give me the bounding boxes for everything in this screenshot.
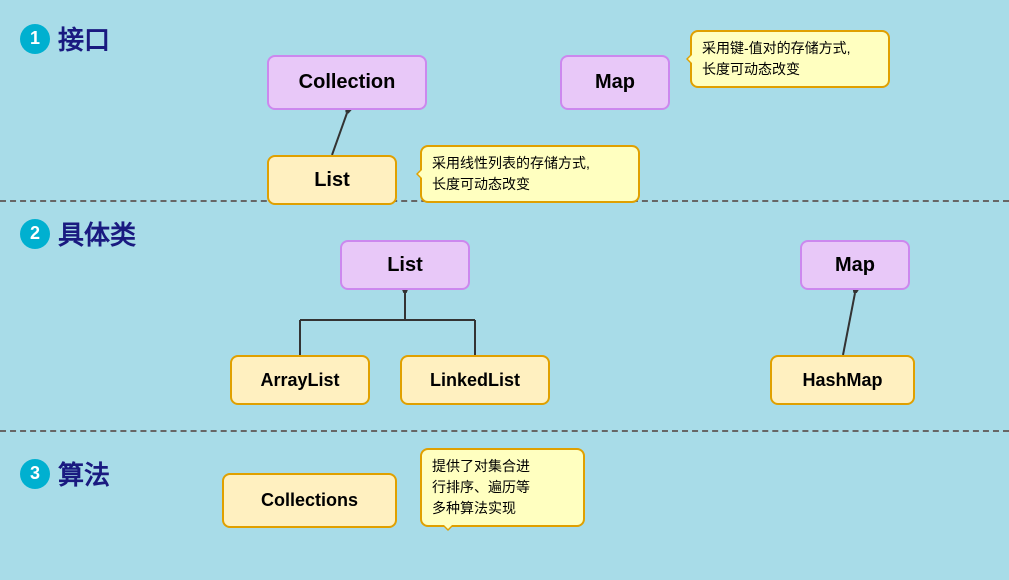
node-list-2: List [340, 240, 470, 290]
divider-2 [0, 430, 1009, 432]
section-1-num: 1 [20, 24, 50, 54]
node-linkedlist: LinkedList [400, 355, 550, 405]
section-3-label: 3 算法 [20, 455, 110, 492]
node-hashmap: HashMap [770, 355, 915, 405]
node-map-2: Map [800, 240, 910, 290]
section-2-text: 具体类 [58, 215, 136, 252]
node-arraylist: ArrayList [230, 355, 370, 405]
section-1-label: 1 接口 [20, 20, 110, 57]
node-list-1: List [267, 155, 397, 205]
node-collections: Collections [222, 473, 397, 528]
section-1-text: 接口 [58, 20, 110, 57]
section-3-num: 3 [20, 459, 50, 489]
callout-key-value: 采用键-值对的存储方式, 长度可动态改变 [690, 30, 890, 88]
node-collection: Collection [267, 55, 427, 110]
section-2-num: 2 [20, 219, 50, 249]
section-3-text: 算法 [58, 455, 110, 492]
node-map-1: Map [560, 55, 670, 110]
callout-algorithm: 提供了对集合进 行排序、遍历等 多种算法实现 [420, 448, 585, 527]
section-2-label: 2 具体类 [20, 215, 136, 252]
callout-linear-list: 采用线性列表的存储方式, 长度可动态改变 [420, 145, 640, 203]
